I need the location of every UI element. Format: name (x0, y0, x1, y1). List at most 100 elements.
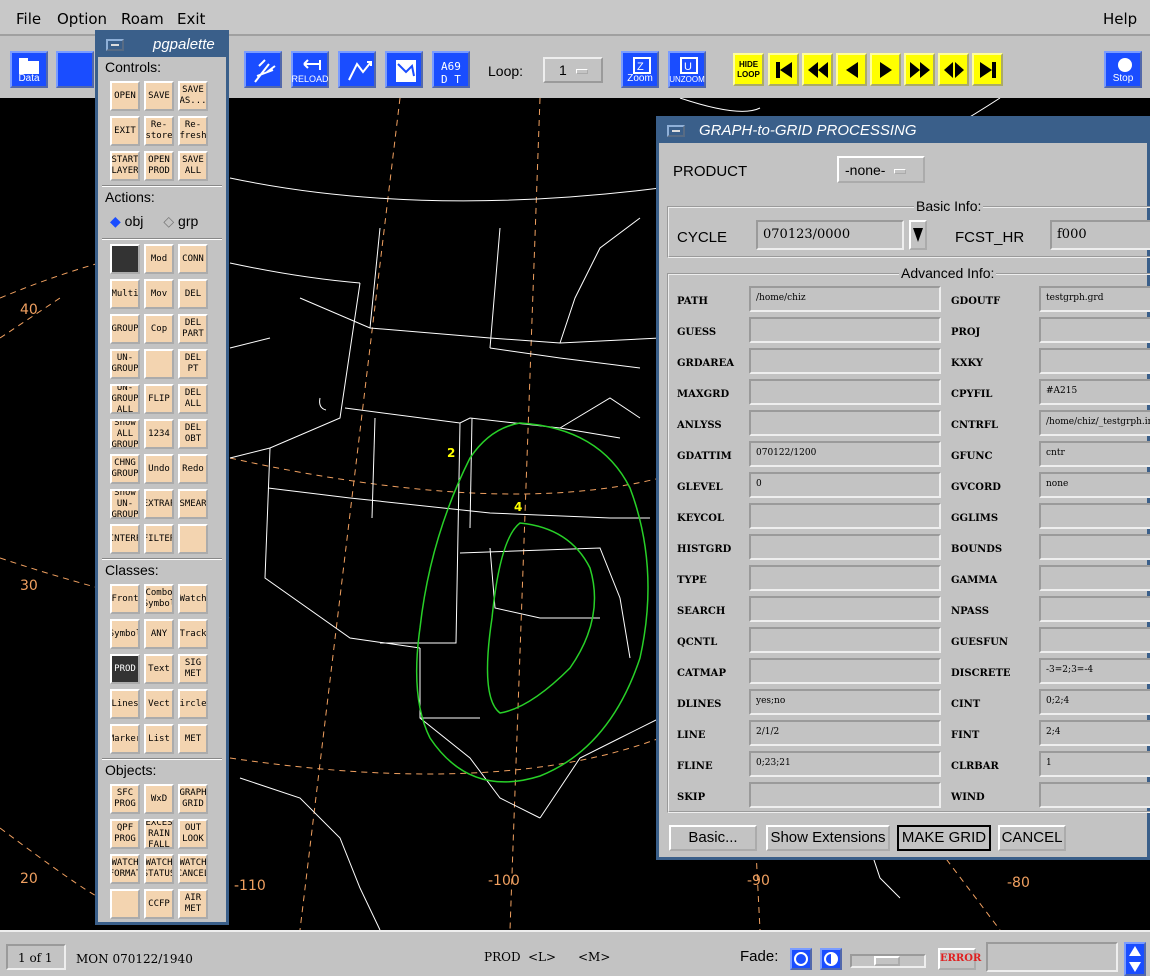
palette-button[interactable]: Cop (144, 314, 174, 344)
palette-button[interactable]: Combo Symbol (144, 584, 174, 614)
palette-button[interactable]: UN-GROUP (110, 349, 140, 379)
field-input[interactable]: /home/chiz (749, 286, 941, 312)
menu-help[interactable]: Help (1103, 10, 1137, 28)
palette-button[interactable]: List (144, 724, 174, 754)
palette-button[interactable]: Track (178, 619, 208, 649)
palette-button[interactable]: EXIT (110, 116, 140, 146)
palette-button[interactable]: SMEAR (178, 489, 208, 519)
grp-radio[interactable]: ◇ grp (163, 213, 198, 230)
field-input[interactable] (1039, 503, 1150, 529)
palette-button[interactable]: DEL PART (178, 314, 208, 344)
palette-button[interactable]: Redo (178, 454, 208, 484)
field-input[interactable]: 0;23;21 (749, 751, 941, 777)
menu-option[interactable]: Option (57, 10, 107, 28)
make-grid-button[interactable]: MAKE GRID (897, 825, 991, 851)
palette-button[interactable] (178, 524, 208, 554)
field-input[interactable] (1039, 534, 1150, 560)
field-input[interactable]: 1 (1039, 751, 1150, 777)
field-input[interactable]: #A215 (1039, 379, 1150, 405)
product-select[interactable]: -none- (837, 156, 925, 183)
field-input[interactable]: 2/1/2 (749, 720, 941, 746)
palette-button[interactable]: Lines (110, 689, 140, 719)
palette-button[interactable]: SAVE AS... (178, 81, 208, 111)
scroll-arrows[interactable] (1124, 942, 1146, 976)
palette-button[interactable]: Circles (178, 689, 208, 719)
cancel-button[interactable]: CANCEL (998, 825, 1066, 851)
field-input[interactable] (1039, 565, 1150, 591)
palette-button[interactable]: START LAYER (110, 151, 140, 181)
palette-button[interactable]: WATCH CANCEL (178, 854, 208, 884)
palette-button[interactable]: CHNG GROUP (110, 454, 140, 484)
palette-button[interactable]: QPF PROG (110, 819, 140, 849)
rewind-button[interactable] (802, 53, 833, 86)
hide-loop-button[interactable]: HIDE LOOP (733, 53, 764, 86)
field-input[interactable] (749, 348, 941, 374)
reload-button[interactable]: RELOAD (291, 51, 329, 88)
palette-button[interactable]: FILTER (144, 524, 174, 554)
palette-button[interactable]: Show UN-GROUP (110, 489, 140, 519)
palette-button[interactable]: FLIP (144, 384, 174, 414)
palette-button[interactable]: OUT LOOK (178, 819, 208, 849)
palette-button[interactable] (144, 349, 174, 379)
field-input[interactable]: yes;no (749, 689, 941, 715)
field-input[interactable] (1039, 348, 1150, 374)
slider-thumb[interactable] (874, 956, 900, 966)
field-input[interactable]: 2;4 (1039, 720, 1150, 746)
palette-button[interactable]: EXTRAP (144, 489, 174, 519)
text-edit-button[interactable]: A69 D T (432, 51, 470, 88)
palette-button[interactable]: Re-fresh (178, 116, 208, 146)
palette-button[interactable]: SFC PROG (110, 784, 140, 814)
cycle-dropdown-button[interactable] (909, 220, 927, 250)
rock-button[interactable] (938, 53, 969, 86)
zoom-button[interactable]: Z Zoom (621, 51, 659, 88)
palette-button[interactable]: DEL OBT (178, 419, 208, 449)
palette-button[interactable]: SAVE ALL (178, 151, 208, 181)
unzoom-button[interactable]: U UNZOOM (668, 51, 706, 88)
palette-button[interactable]: Watch (178, 584, 208, 614)
palette-button[interactable]: Multi (110, 279, 140, 309)
palette-button[interactable]: OPEN PROD (144, 151, 174, 181)
show-extensions-button[interactable]: Show Extensions (766, 825, 890, 851)
layer-button[interactable] (385, 51, 423, 88)
palette-button[interactable]: Undo (144, 454, 174, 484)
menu-file[interactable]: File (16, 10, 41, 28)
palette-button[interactable]: MET (178, 724, 208, 754)
field-input[interactable]: /home/chiz/_testgrph.info (1039, 410, 1150, 436)
field-input[interactable] (749, 379, 941, 405)
window-menu-icon[interactable] (106, 39, 124, 51)
field-input[interactable]: 0 (749, 472, 941, 498)
palette-button[interactable]: Marker (110, 724, 140, 754)
palette-button[interactable]: AIR MET (178, 889, 208, 919)
first-frame-button[interactable] (768, 53, 799, 86)
field-input[interactable] (749, 565, 941, 591)
palette-button[interactable]: Re-store (144, 116, 174, 146)
palette-button[interactable]: ANY (144, 619, 174, 649)
palette-button[interactable]: EXCES RAIN FALL (144, 819, 174, 849)
menu-exit[interactable]: Exit (177, 10, 205, 28)
brush-button[interactable] (244, 51, 282, 88)
palette-button[interactable]: WATCH FORMAT (110, 854, 140, 884)
field-input[interactable]: none (1039, 472, 1150, 498)
field-input[interactable] (749, 596, 941, 622)
field-input[interactable] (749, 627, 941, 653)
palette-button[interactable]: UN-GROUP ALL (110, 384, 140, 414)
field-input[interactable] (749, 782, 941, 808)
field-input[interactable] (749, 503, 941, 529)
cycle-field[interactable]: 070123/0000 (756, 220, 904, 250)
field-input[interactable]: 0;2;4 (1039, 689, 1150, 715)
palette-button[interactable]: WATCH STATUS (144, 854, 174, 884)
fade-contrast-button[interactable] (820, 948, 842, 970)
palette-button[interactable]: SIG MET (178, 654, 208, 684)
fade-slider[interactable] (850, 954, 926, 968)
palette-button[interactable]: OPEN (110, 81, 140, 111)
obj-radio[interactable]: ◆ obj (110, 213, 143, 230)
palette-button[interactable]: Mov (144, 279, 174, 309)
field-input[interactable] (749, 658, 941, 684)
fade-image-button[interactable] (790, 948, 812, 970)
step-back-button[interactable] (836, 53, 867, 86)
fcst-hr-field[interactable]: f000 (1050, 220, 1150, 250)
palette-title-bar[interactable]: pgpalette (98, 33, 226, 57)
palette-button[interactable]: GROUP (110, 314, 140, 344)
field-input[interactable] (1039, 627, 1150, 653)
palette-button[interactable]: DEL ALL (178, 384, 208, 414)
